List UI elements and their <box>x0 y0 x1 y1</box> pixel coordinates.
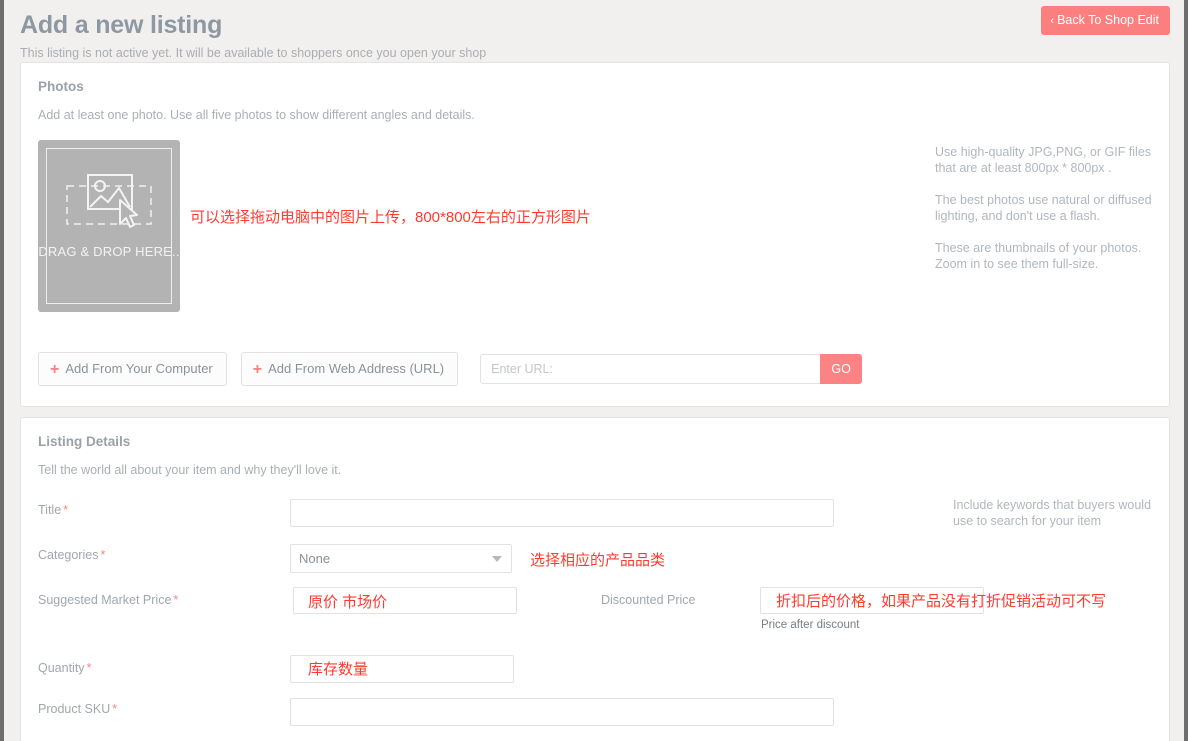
sku-label: Product SKU* <box>38 702 117 716</box>
plus-icon: + <box>50 361 59 378</box>
back-button-label: Back To Shop Edit <box>1057 13 1159 27</box>
photos-help-text: Use high-quality JPG,PNG, or GIF files t… <box>935 144 1153 288</box>
required-asterisk: * <box>87 661 92 675</box>
window-edge-left <box>0 0 4 741</box>
title-label: Title* <box>38 503 68 517</box>
add-from-computer-label: Add From Your Computer <box>65 361 212 376</box>
details-section-description: Tell the world all about your item and w… <box>38 463 1151 477</box>
back-to-shop-edit-button[interactable]: ‹Back To Shop Edit <box>1041 6 1170 35</box>
window-edge-right <box>1184 0 1188 741</box>
photos-help-line-1: Use high-quality JPG,PNG, or GIF files t… <box>935 144 1153 176</box>
url-input[interactable] <box>480 354 820 384</box>
listing-details-panel: Listing Details Tell the world all about… <box>20 417 1170 741</box>
required-asterisk: * <box>100 548 105 562</box>
photos-help-line-2: The best photos use natural or diffused … <box>935 192 1153 224</box>
title-input[interactable] <box>290 499 834 527</box>
photos-section-title: Photos <box>38 79 1151 94</box>
title-help-text: Include keywords that buyers would use t… <box>953 497 1153 529</box>
chevron-left-icon: ‹ <box>1050 15 1054 27</box>
photos-annotation: 可以选择拖动电脑中的图片上传，800*800左右的正方形图片 <box>190 206 591 227</box>
row-prices: Suggested Market Price* 原价 市场价 Discounte… <box>38 585 1151 637</box>
quantity-label: Quantity* <box>38 661 91 675</box>
add-from-url-button[interactable]: + Add From Web Address (URL) <box>241 352 458 386</box>
row-categories: Categories* None 选择相应的产品品类 <box>38 540 1151 585</box>
categories-annotation: 选择相应的产品品类 <box>530 549 665 570</box>
discounted-price-label: Discounted Price <box>601 593 696 607</box>
listing-details-form: Title* Include keywords that buyers woul… <box>38 495 1151 741</box>
discounted-price-input[interactable] <box>760 587 984 614</box>
details-section-title: Listing Details <box>38 434 1151 449</box>
required-asterisk: * <box>63 503 68 517</box>
photo-dropzone[interactable]: DRAG & DROP HERE.. <box>38 140 180 312</box>
add-from-computer-button[interactable]: + Add From Your Computer <box>38 352 227 386</box>
row-sku: Product SKU* <box>38 698 1151 741</box>
page-container: Add a new listing This listing is not ac… <box>4 0 1184 741</box>
categories-select[interactable]: None <box>290 544 512 573</box>
page-header: Add a new listing This listing is not ac… <box>4 0 1184 62</box>
page-subtitle: This listing is not active yet. It will … <box>20 46 1170 61</box>
market-price-label: Suggested Market Price* <box>38 593 178 607</box>
required-asterisk: * <box>173 593 178 607</box>
add-from-url-label: Add From Web Address (URL) <box>268 361 444 376</box>
required-asterisk: * <box>112 702 117 716</box>
sku-input[interactable] <box>290 698 834 726</box>
photo-add-row: + Add From Your Computer + Add From Web Ad… <box>38 352 1151 386</box>
chevron-down-icon <box>492 556 502 562</box>
discounted-price-subnote: Price after discount <box>761 619 859 631</box>
go-button[interactable]: GO <box>820 354 862 384</box>
plus-icon-url: + <box>253 361 262 378</box>
categories-label: Categories* <box>38 548 105 562</box>
quantity-input[interactable] <box>290 655 514 683</box>
row-quantity: Quantity* 库存数量 <box>38 653 1151 698</box>
image-upload-icon <box>66 174 152 239</box>
categories-selected-value: None <box>299 551 330 566</box>
market-price-input[interactable] <box>293 587 517 614</box>
photos-section-description: Add at least one photo. Use all five pho… <box>38 108 1151 122</box>
page-title: Add a new listing <box>20 10 1170 40</box>
photos-panel: Photos Add at least one photo. Use all f… <box>20 62 1170 407</box>
photos-help-line-3: These are thumbnails of your photos. Zoo… <box>935 240 1153 272</box>
row-title: Title* Include keywords that buyers woul… <box>38 495 1151 540</box>
dropzone-label: DRAG & DROP HERE.. <box>38 244 179 259</box>
